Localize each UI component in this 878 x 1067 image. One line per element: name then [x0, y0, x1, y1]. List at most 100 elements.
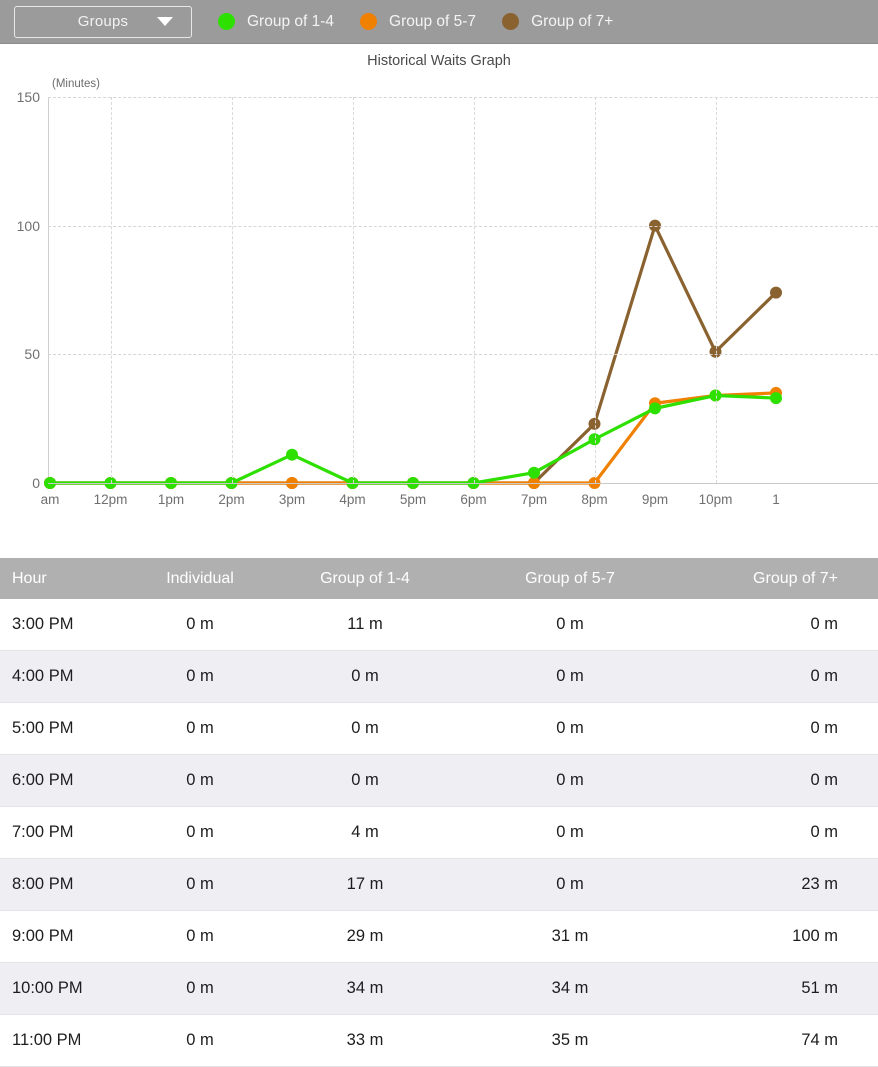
table-row[interactable]: 7:00 PM 0 m 4 m 0 m 0 m	[0, 807, 878, 859]
cell-hour: 11:00 PM	[12, 1031, 82, 1049]
cell-individual: 0 m	[186, 927, 214, 945]
column-header-hour: Hour	[12, 569, 47, 587]
gridline-horizontal	[48, 354, 878, 356]
gridline-vertical	[594, 97, 596, 483]
cell-individual: 0 m	[186, 719, 214, 737]
cell-group-5-7: 34 m	[551, 979, 589, 997]
cell-individual: 0 m	[186, 771, 214, 789]
cell-group-1-4: 17 m	[346, 875, 384, 893]
table-header-row: Hour Individual Group of 1-4 Group of 5-…	[0, 558, 878, 599]
cell-hour: 3:00 PM	[12, 615, 74, 633]
x-axis-tick-label: 6pm	[460, 492, 487, 507]
cell-individual: 0 m	[186, 667, 214, 685]
column-header-group-1-4: Group of 1-4	[320, 569, 410, 587]
x-axis-tick-label: 1pm	[157, 492, 185, 507]
column-header-group-7-plus: Group of 7+	[753, 569, 838, 587]
cell-group-5-7: 0 m	[556, 615, 584, 633]
gridline-vertical	[110, 97, 112, 483]
cell-group-5-7: 0 m	[556, 875, 584, 893]
cell-group-7-plus: 51 m	[801, 979, 838, 997]
cell-hour: 5:00 PM	[12, 719, 74, 737]
cell-hour: 10:00 PM	[12, 979, 83, 997]
gridline-vertical	[473, 97, 475, 483]
x-axis-tick-label: 2pm	[218, 492, 245, 507]
x-axis-labels: am 12pm 1pm 2pm 3pm 4pm 5pm 6pm 7pm 8pm 9pm 10pm 1	[41, 492, 878, 516]
series-data-point[interactable]	[770, 286, 782, 299]
legend-color-dot	[502, 13, 520, 30]
cell-group-1-4: 0 m	[351, 771, 379, 789]
groups-dropdown[interactable]: Groups	[14, 5, 192, 38]
cell-hour: 4:00 PM	[12, 667, 74, 685]
chart-panel: Historical Waits Graph (Minutes) 0 50 100 1…	[0, 44, 878, 541]
chart-title: Historical Waits Graph	[367, 53, 511, 69]
cell-group-7-plus: 0 m	[810, 823, 838, 841]
waits-table: Hour Individual Group of 1-4 Group of 5-…	[0, 558, 878, 1067]
gridline-horizontal	[48, 225, 878, 227]
y-axis-tick-label: 150	[16, 89, 40, 105]
table-row[interactable]: 8:00 PM 0 m 17 m 0 m 23 m	[0, 859, 878, 911]
cell-group-7-plus: 0 m	[810, 667, 838, 685]
cell-hour: 8:00 PM	[12, 875, 74, 893]
table-row[interactable]: 10:00 PM 0 m 34 m 34 m 51 m	[0, 963, 878, 1015]
cell-group-5-7: 31 m	[551, 927, 589, 945]
legend-label: Group of 7+	[531, 12, 614, 30]
cell-individual: 0 m	[186, 823, 214, 841]
cell-group-1-4: 29 m	[346, 927, 384, 945]
series-data-point[interactable]	[649, 402, 661, 415]
cell-individual: 0 m	[186, 615, 214, 633]
y-axis-tick-label: 100	[16, 217, 40, 234]
y-axis-unit-label: (Minutes)	[52, 78, 100, 90]
legend-color-dot	[360, 13, 378, 30]
y-axis-tick-label: 0	[32, 475, 40, 491]
gridline-horizontal	[48, 483, 878, 484]
table-row[interactable]: 11:00 PM 0 m 33 m 35 m 74 m	[0, 1015, 878, 1067]
cell-group-1-4: 4 m	[351, 823, 379, 841]
table-row[interactable]: 4:00 PM 0 m 0 m 0 m 0 m	[0, 651, 878, 703]
x-axis-tick-label: 12pm	[93, 492, 128, 507]
series-data-point[interactable]	[528, 466, 540, 479]
table-row[interactable]: 3:00 PM 0 m 11 m 0 m 0 m	[0, 599, 878, 651]
gridline-horizontal	[48, 97, 878, 98]
legend-item[interactable]: Group of 1-4	[218, 13, 334, 31]
legend-item[interactable]: Group of 5-7	[360, 13, 476, 31]
x-axis-tick-label: 9pm	[641, 492, 669, 507]
series-line	[48, 393, 778, 485]
y-axis-tick-label: 50	[24, 346, 40, 363]
gridline-vertical	[231, 97, 233, 483]
legend-label: Group of 1-4	[247, 12, 335, 30]
cell-individual: 0 m	[186, 1031, 214, 1049]
table-body: 3:00 PM 0 m 11 m0 m0 m 4:00 PM 0 m0 m0 m0 m5…	[0, 599, 878, 1067]
cell-individual: 0 m	[186, 979, 214, 997]
x-axis-tick-label: 10pm	[698, 492, 733, 507]
table-row[interactable]: 5:00 PM 0 m 0 m 0 m 0 m	[0, 703, 878, 755]
x-axis-tick-label: am	[40, 492, 60, 507]
legend-color-dot	[218, 13, 235, 30]
chart-series-svg	[44, 219, 782, 489]
table-row[interactable]: 9:00 PM 0 m 29 m 31 m 100 m	[0, 911, 878, 963]
cell-individual: 0 m	[186, 875, 214, 893]
series-data-point[interactable]	[770, 392, 782, 405]
cell-hour: 9:00 PM	[12, 927, 74, 945]
x-axis-tick-label: 1	[772, 492, 780, 507]
legend-label: Group of 5-7	[389, 12, 477, 30]
toolbar: Groups Group of 1-4 Group of 5-7 Group of …	[0, 0, 878, 44]
cell-group-7-plus: 100 m	[792, 927, 838, 945]
cell-group-5-7: 0 m	[556, 667, 584, 685]
x-axis-tick-label: 3pm	[278, 492, 306, 507]
cell-group-7-plus: 0 m	[810, 615, 838, 633]
cell-group-1-4: 34 m	[346, 979, 384, 997]
series-data-point[interactable]	[286, 448, 298, 461]
gridline-vertical	[715, 97, 717, 483]
chart-legend: Group of 1-4 Group of 5-7 Group of 7+	[218, 13, 639, 31]
cell-group-7-plus: 0 m	[810, 719, 838, 737]
column-header-individual: Individual	[166, 569, 234, 587]
cell-group-5-7: 0 m	[556, 823, 584, 841]
x-axis-tick-label: 5pm	[399, 492, 427, 507]
cell-group-5-7: 35 m	[551, 1031, 589, 1049]
cell-hour: 7:00 PM	[12, 823, 74, 841]
table-row[interactable]: 6:00 PM 0 m 0 m 0 m 0 m	[0, 755, 878, 807]
cell-group-5-7: 0 m	[556, 771, 584, 789]
chart-plot-area: 0 50 100 150	[17, 89, 878, 491]
column-header-group-5-7: Group of 5-7	[525, 569, 615, 587]
legend-item[interactable]: Group of 7+	[502, 13, 613, 31]
